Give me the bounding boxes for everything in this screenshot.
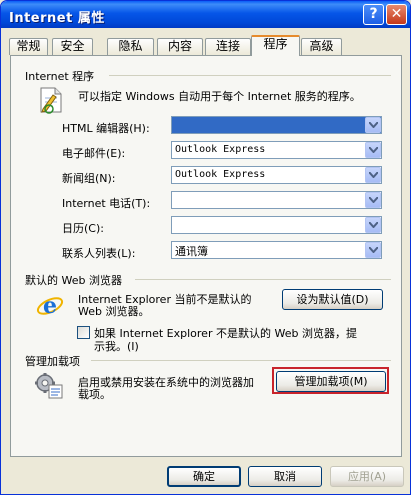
tab-general[interactable]: 常规 <box>9 38 48 55</box>
programs-document-icon <box>37 85 65 118</box>
email-select[interactable]: Outlook Express <box>171 141 382 159</box>
contacts-value: 通讯簿 <box>175 245 208 258</box>
internet-properties-dialog: Internet 属性 ? ✕ 常规 安全 隐私 内容 连接 程序 高级 Int… <box>0 0 411 495</box>
addons-gear-icon <box>34 372 64 403</box>
tab-privacy[interactable]: 隐私 <box>107 38 154 55</box>
html-editor-label: HTML 编辑器(H): <box>62 122 150 135</box>
tab-advanced[interactable]: 高级 <box>301 38 342 55</box>
programs-group-title: Internet 程序 <box>25 70 95 83</box>
email-label: 电子邮件(E): <box>62 147 126 160</box>
tab-security[interactable]: 安全 <box>52 38 93 55</box>
chevron-down-icon[interactable] <box>365 167 381 183</box>
svg-text:e: e <box>43 293 57 319</box>
browser-status-line2: Web 浏览器。 <box>78 305 150 318</box>
chevron-down-icon[interactable] <box>365 117 381 133</box>
prompt-default-checkbox[interactable] <box>77 326 90 339</box>
calendar-label: 日历(C): <box>62 222 104 235</box>
tab-content[interactable]: 内容 <box>157 38 203 55</box>
tab-connections[interactable]: 连接 <box>205 38 251 55</box>
window-title: Internet 属性 <box>9 11 105 26</box>
apply-button[interactable]: 应用(A) <box>330 466 404 487</box>
contacts-select[interactable]: 通讯簿 <box>171 241 382 259</box>
close-button[interactable]: ✕ <box>386 4 407 25</box>
internet-explorer-icon: e <box>36 292 64 323</box>
newsgroups-value: Outlook Express <box>175 169 266 180</box>
chevron-down-icon[interactable] <box>365 192 381 208</box>
addons-divider <box>91 360 391 361</box>
manage-addons-highlight <box>272 367 389 394</box>
help-button[interactable]: ? <box>363 4 384 25</box>
programs-description: 可以指定 Windows 自动用于每个 Internet 服务的程序。 <box>78 90 361 103</box>
cancel-button[interactable]: 取消 <box>248 466 322 487</box>
internet-call-select[interactable] <box>171 191 382 209</box>
addons-description-line2: 载项。 <box>78 388 111 401</box>
programs-divider <box>109 75 391 76</box>
chevron-down-icon[interactable] <box>365 242 381 258</box>
addons-group-title: 管理加载项 <box>25 355 80 368</box>
chevron-down-icon[interactable] <box>365 217 381 233</box>
ok-button[interactable]: 确定 <box>167 466 241 487</box>
title-bar[interactable]: Internet 属性 ? ✕ <box>1 1 410 28</box>
default-browser-group-title: 默认的 Web 浏览器 <box>25 274 122 287</box>
internet-call-label: Internet 电话(T): <box>62 197 151 210</box>
email-value: Outlook Express <box>175 144 266 155</box>
default-browser-divider <box>135 279 391 280</box>
html-editor-select[interactable] <box>171 116 382 134</box>
calendar-select[interactable] <box>171 216 382 234</box>
programs-panel: Internet 程序 可以指定 Windows 自动用于每个 Internet… <box>10 55 402 457</box>
prompt-default-label-line2[interactable]: 示我。(I) <box>94 338 139 354</box>
set-default-button[interactable]: 设为默认值(D) <box>282 289 383 310</box>
newsgroups-label: 新闻组(N): <box>62 172 116 185</box>
newsgroups-select[interactable]: Outlook Express <box>171 166 382 184</box>
chevron-down-icon[interactable] <box>365 142 381 158</box>
tab-programs[interactable]: 程序 <box>251 35 300 56</box>
contacts-label: 联系人列表(L): <box>62 247 136 260</box>
